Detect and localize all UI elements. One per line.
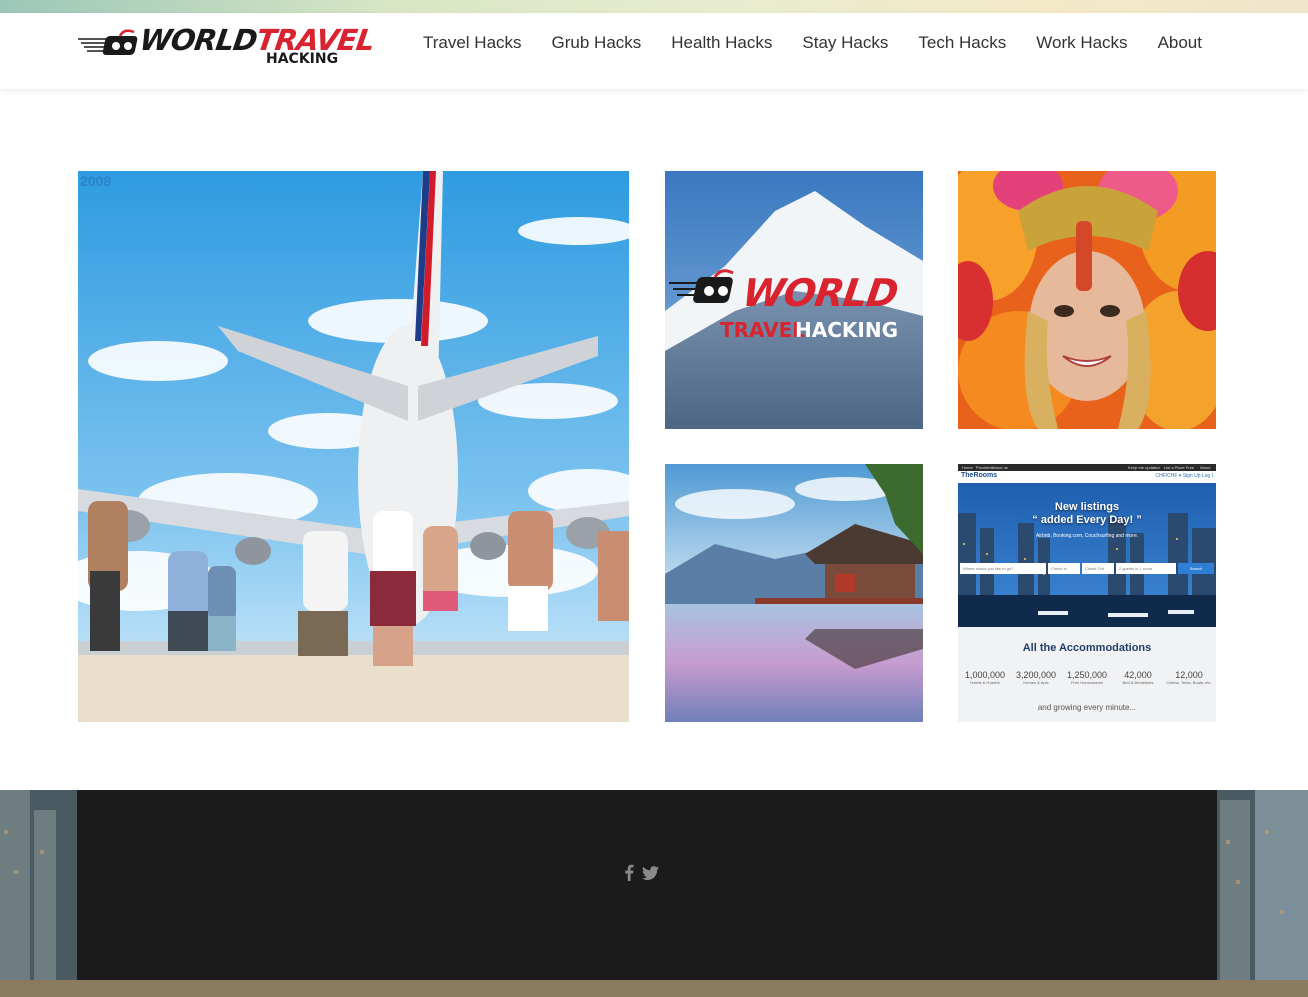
rooms-headline-1: New listings [1054, 501, 1120, 513]
rooms-stat-label: Free Homeshares [1070, 680, 1103, 685]
rooms-topbar-keep-updated: Keep me updated [1128, 465, 1160, 470]
site-header: WORLDTRAVEL HACKING Travel Hacks Grub Ha… [0, 13, 1308, 89]
rooms-stat-number: 3,200,000 [1015, 670, 1057, 680]
rooms-topbar-home: Home [962, 465, 973, 470]
site-logo[interactable]: WORLDTRAVEL HACKING [78, 21, 376, 77]
rooms-topbar: Home Providers About us Keep me updated … [958, 464, 1216, 471]
plane-beach-photo [78, 171, 629, 722]
rooms-stat-number: 1,000,000 [964, 670, 1006, 680]
rooms-stat-number: 1,250,000 [1066, 670, 1108, 680]
nav-item-grub-hacks[interactable]: Grub Hacks [537, 33, 657, 53]
rooms-search-checkout: Check Out [1082, 563, 1114, 574]
rooms-search-checkin: Check In [1048, 563, 1080, 574]
rooms-stat-label: Hotels & Hostels [970, 680, 1000, 685]
tile-logo-word-hacking: HACKING [795, 318, 898, 342]
nav-item-about[interactable]: About [1143, 33, 1202, 53]
rooms-search-where: Where would you like to go? [960, 563, 1046, 574]
rooms-stat-label: Bed & Breakfasts [1122, 680, 1154, 685]
tile-logo-word-world: WORLD [739, 271, 901, 315]
rooms-topbar-list-place: List a Place Free [1164, 465, 1195, 470]
rooms-topbar-providers: Providers [976, 465, 993, 470]
rooms-hero: New listings “ added Every Day! ” Airbnb… [958, 483, 1216, 627]
featured-post-image[interactable]: 2008 [78, 171, 629, 722]
rooms-stat-label: Cabins, Tents, Boats, etc. [1166, 680, 1212, 685]
rooms-subline: Airbnb, Booking.com, Couchsurfing and mo… [1035, 533, 1139, 539]
rooms-topbar-about-us: About us [992, 465, 1008, 470]
rooms-stat: 12,000 Cabins, Tents, Boats, etc. [1164, 670, 1214, 686]
rooms-stat-number: 12,000 [1175, 670, 1203, 680]
rooms-topbar-about: About [1200, 465, 1211, 470]
rooms-navbar: TheRooms CHF/CHF ▾ Sign Up Log I [958, 471, 1216, 483]
social-links [624, 864, 659, 886]
rooms-stat-number: 42,000 [1124, 670, 1152, 680]
rooms-brand: TheRooms [961, 472, 998, 479]
photo-watermark: 2008 [80, 173, 112, 189]
facebook-icon[interactable] [624, 864, 634, 886]
twitter-icon[interactable] [642, 865, 659, 885]
rooms-section-title: All the Accommodations [1022, 642, 1152, 654]
rooms-stats: 1,000,000 Hotels & Hostels 3,200,000 Hom… [960, 670, 1214, 686]
main-nav: Travel Hacks Grub Hacks Health Hacks Sta… [408, 33, 1202, 53]
rooms-stat: 3,200,000 Homes & Apts [1011, 670, 1061, 686]
rooms-stat-label: Homes & Apts [1023, 680, 1049, 685]
tile-logo-word-travel: TRAVEL [720, 318, 806, 342]
rooms-footer-text: and growing every minute... [1037, 703, 1137, 712]
rooms-stat: 1,000,000 Hotels & Hostels [960, 670, 1010, 686]
nav-item-work-hacks[interactable]: Work Hacks [1021, 33, 1142, 53]
rooms-stat: 42,000 Bed & Breakfasts [1113, 670, 1163, 686]
rooms-search-button: Search [1178, 563, 1214, 574]
post-image-carnival[interactable] [958, 171, 1216, 429]
top-decorative-strip [0, 0, 1308, 13]
post-image-therooms-screenshot[interactable]: Home Providers About us Keep me updated … [958, 464, 1216, 722]
rooms-search-guests: 2 guests in 1 room [1116, 563, 1176, 574]
nav-item-health-hacks[interactable]: Health Hacks [656, 33, 787, 53]
logo-subtitle: HACKING [266, 51, 339, 67]
carnival-portrait-photo [958, 171, 1216, 429]
post-image-mountain-logo[interactable]: WORLD TRAVEL HACKING [665, 171, 923, 429]
logo-word-world: WORLD [137, 23, 259, 57]
nav-item-tech-hacks[interactable]: Tech Hacks [903, 33, 1021, 53]
logo-wordmark: WORLDTRAVEL [138, 23, 377, 57]
rooms-account-links: CHF/CHF ▾ Sign Up Log I [1155, 473, 1213, 479]
rooms-headline-2: “ added Every Day! ” [1032, 514, 1142, 526]
lake-resort-photo [665, 464, 923, 722]
nav-item-travel-hacks[interactable]: Travel Hacks [408, 33, 537, 53]
rooms-search-bar: Where would you like to go? Check In Che… [960, 563, 1214, 574]
post-image-lake-resort[interactable] [665, 464, 923, 722]
rooms-stat: 1,250,000 Free Homeshares [1062, 670, 1112, 686]
nav-item-stay-hacks[interactable]: Stay Hacks [787, 33, 903, 53]
